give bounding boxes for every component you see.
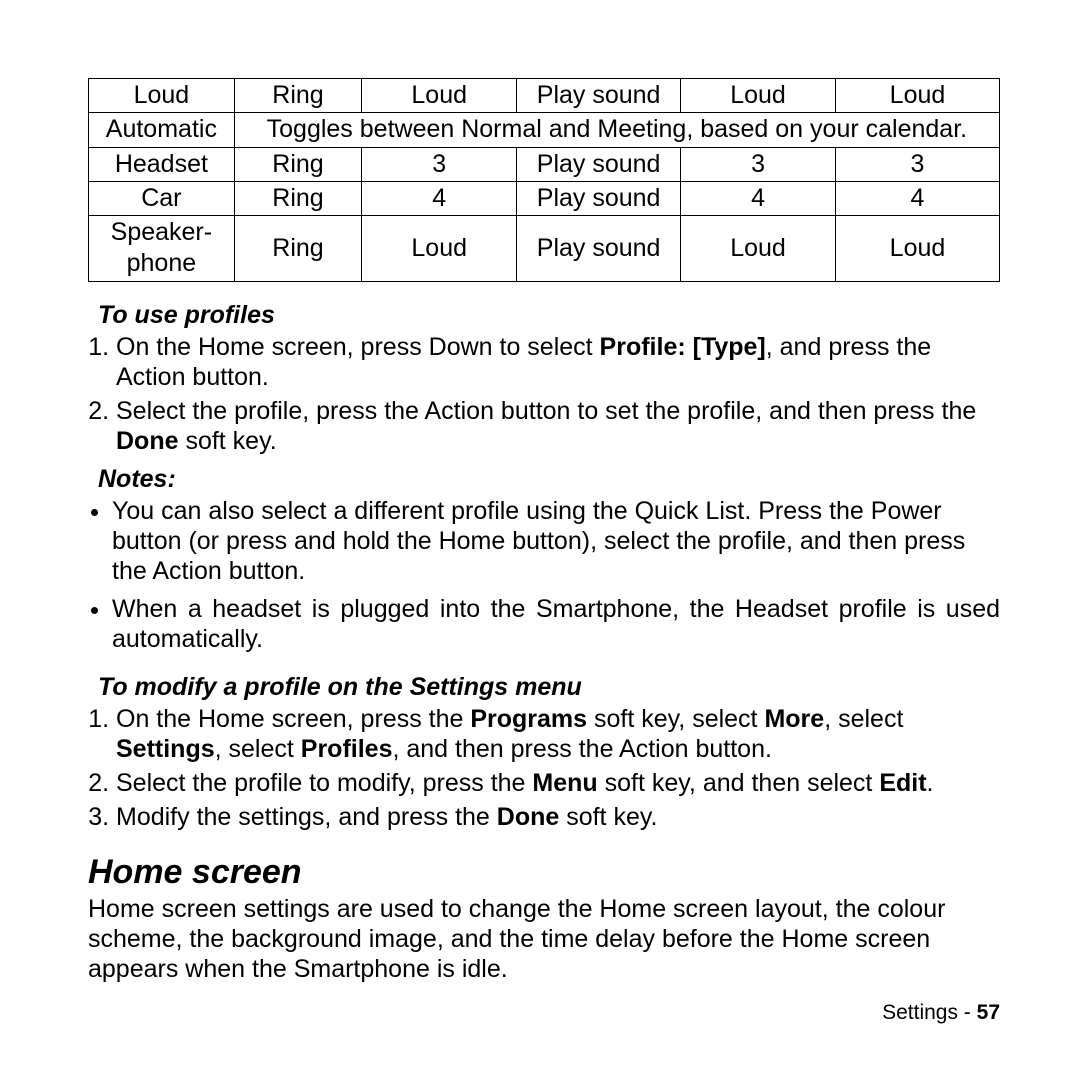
subhead-modify-profile: To modify a profile on the Settings menu	[98, 672, 1000, 702]
list-item: When a headset is plugged into the Smart…	[112, 594, 1000, 654]
heading-home-screen: Home screen	[88, 852, 1000, 893]
cell: Ring	[234, 79, 362, 113]
text: , select	[215, 735, 301, 763]
bold-text: Done	[497, 803, 560, 831]
home-screen-body: Home screen settings are used to change …	[88, 894, 1000, 984]
cell: Loud	[89, 79, 235, 113]
cell: Loud	[681, 79, 836, 113]
footer-section: Settings -	[882, 1001, 977, 1024]
text: .	[927, 769, 934, 797]
bold-text: Menu	[532, 769, 597, 797]
text: Select the profile to modify, press the	[116, 769, 532, 797]
text: , and then press the Action button.	[392, 735, 771, 763]
cell: Loud	[362, 79, 517, 113]
cell: Play sound	[517, 181, 681, 215]
cell: Toggles between Normal and Meeting, base…	[234, 113, 999, 147]
cell: 4	[835, 181, 999, 215]
list-item: On the Home screen, press the Programs s…	[116, 704, 1000, 764]
text: You can also select a different profile …	[112, 497, 965, 585]
bold-text: Profiles	[301, 735, 393, 763]
table-row: Car Ring 4 Play sound 4 4	[89, 181, 1000, 215]
cell: Play sound	[517, 147, 681, 181]
table-row: Speaker- phone Ring Loud Play sound Loud…	[89, 216, 1000, 282]
text: When a headset is plugged into the Smart…	[112, 595, 1000, 653]
cell: Play sound	[517, 216, 681, 282]
cell: Headset	[89, 147, 235, 181]
list-item: Select the profile, press the Action but…	[116, 396, 1000, 456]
cell: 3	[835, 147, 999, 181]
bold-text: Settings	[116, 735, 215, 763]
list-item: Select the profile to modify, press the …	[116, 768, 1000, 798]
cell: 3	[362, 147, 517, 181]
list-item: You can also select a different profile …	[112, 496, 1000, 586]
footer: Settings - 57	[882, 1000, 1000, 1025]
text: soft key, select	[587, 705, 764, 733]
bold-text: Profile: [Type]	[600, 333, 766, 361]
text: , select	[824, 705, 903, 733]
subhead-notes: Notes:	[98, 464, 1000, 494]
cell: Ring	[234, 147, 362, 181]
cell: Automatic	[89, 113, 235, 147]
cell: Play sound	[517, 79, 681, 113]
text: soft key, and then select	[598, 769, 880, 797]
cell: Loud	[835, 79, 999, 113]
text: soft key.	[559, 803, 657, 831]
list-item: On the Home screen, press Down to select…	[116, 332, 1000, 392]
modify-profile-steps: On the Home screen, press the Programs s…	[88, 704, 1000, 832]
bold-text: Edit	[879, 769, 926, 797]
bold-text: More	[764, 705, 824, 733]
cell: Loud	[681, 216, 836, 282]
bold-text: Done	[116, 427, 179, 455]
cell: 3	[681, 147, 836, 181]
text: On the Home screen, press Down to select	[116, 333, 600, 361]
page: Loud Ring Loud Play sound Loud Loud Auto…	[0, 0, 1080, 1080]
profiles-table: Loud Ring Loud Play sound Loud Loud Auto…	[88, 78, 1000, 282]
cell: 4	[362, 181, 517, 215]
cell: Car	[89, 181, 235, 215]
table-row: Automatic Toggles between Normal and Mee…	[89, 113, 1000, 147]
cell: Loud	[835, 216, 999, 282]
text: On the Home screen, press the	[116, 705, 470, 733]
bold-text: Programs	[470, 705, 587, 733]
list-item: Modify the settings, and press the Done …	[116, 802, 1000, 832]
notes-list: You can also select a different profile …	[88, 496, 1000, 654]
subhead-to-use-profiles: To use profiles	[98, 300, 1000, 330]
text: Modify the settings, and press the	[116, 803, 497, 831]
table-row: Loud Ring Loud Play sound Loud Loud	[89, 79, 1000, 113]
cell: Loud	[362, 216, 517, 282]
text: Select the profile, press the Action but…	[116, 397, 976, 425]
cell: Ring	[234, 216, 362, 282]
table-row: Headset Ring 3 Play sound 3 3	[89, 147, 1000, 181]
cell: Ring	[234, 181, 362, 215]
page-number: 57	[977, 1001, 1000, 1024]
text: soft key.	[179, 427, 277, 455]
cell: 4	[681, 181, 836, 215]
use-profiles-steps: On the Home screen, press Down to select…	[88, 332, 1000, 456]
cell: Speaker- phone	[89, 216, 235, 282]
